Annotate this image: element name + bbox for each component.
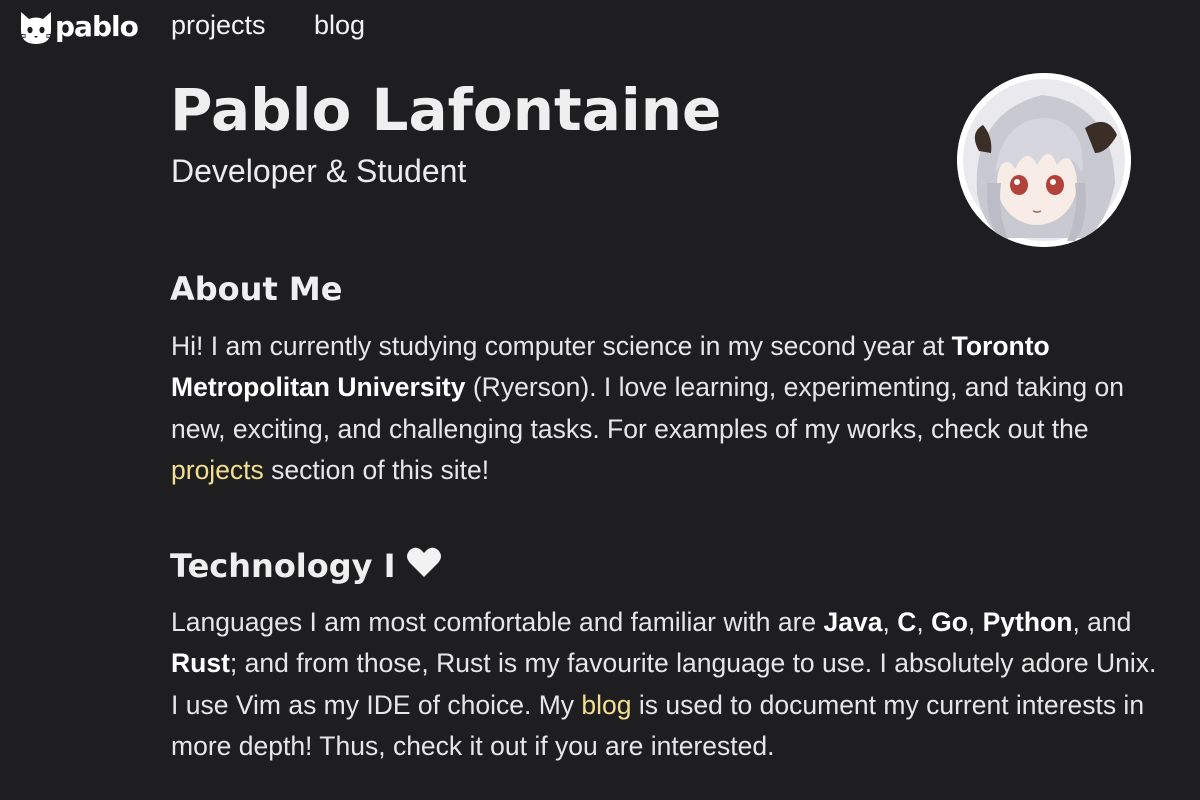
about-text-1: Hi! I am currently studying computer sci… [171, 331, 952, 361]
projects-inline-link[interactable]: projects [171, 455, 264, 485]
lang-go: Go [931, 607, 968, 637]
tech-sep-2: , [916, 607, 932, 637]
blog-inline-link[interactable]: blog [581, 690, 631, 720]
page-title: Pablo Lafontaine [170, 76, 722, 144]
top-nav: pablo projects blog [0, 0, 1200, 56]
about-heading: About Me [170, 270, 343, 308]
page: pablo projects blog Pablo Lafontaine Dev… [0, 0, 1200, 800]
tech-sep-1: , [882, 607, 898, 637]
nav-projects-link[interactable]: projects [171, 10, 266, 41]
lang-python: Python [982, 607, 1073, 637]
tech-text-1: Languages I am most comfortable and fami… [171, 607, 824, 637]
nav-blog-link[interactable]: blog [314, 10, 365, 41]
lang-rust: Rust [171, 648, 230, 679]
tech-sep-3: , [967, 607, 983, 637]
logo-home-link[interactable]: pablo [18, 6, 139, 46]
about-paragraph: Hi! I am currently studying computer sci… [171, 326, 1161, 491]
avatar [957, 73, 1131, 247]
technology-heading: Technology I [170, 546, 442, 586]
avatar-image [957, 73, 1131, 247]
about-text-3: section of this site! [263, 454, 490, 485]
cat-logo-icon [18, 12, 54, 44]
technology-heading-text: Technology I [170, 547, 396, 585]
technology-paragraph: Languages I am most comfortable and fami… [171, 602, 1161, 767]
lang-c: C [897, 607, 917, 637]
tagline: Developer & Student [171, 153, 467, 189]
heart-icon [406, 546, 442, 586]
lang-java: Java [823, 607, 883, 637]
logo-text: pablo [55, 9, 139, 43]
tech-sep-4: , and [1072, 607, 1132, 637]
